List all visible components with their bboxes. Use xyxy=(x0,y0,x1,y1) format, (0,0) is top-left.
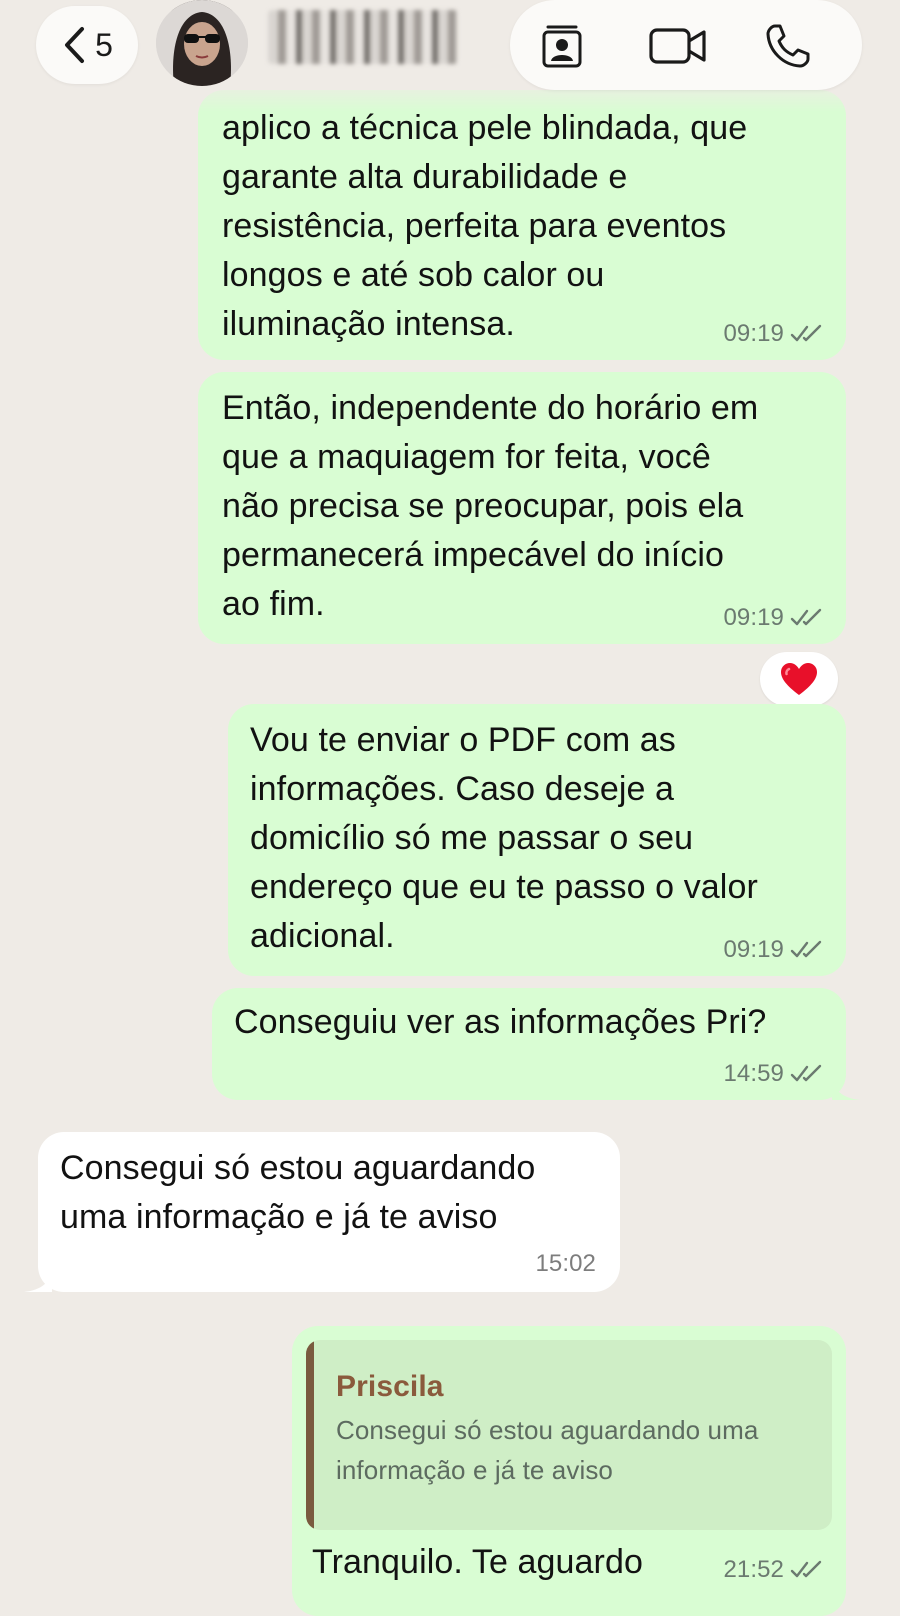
message-bubble-outgoing[interactable]: Vou te enviar o PDF com as informações. … xyxy=(228,704,846,976)
chat-header: 5 xyxy=(0,0,900,112)
avatar-image xyxy=(156,0,248,86)
quote-text: Consegui só estou aguardando uma informa… xyxy=(336,1415,759,1485)
message-time: 21:52 xyxy=(723,1556,784,1583)
back-button[interactable]: 5 xyxy=(36,6,138,84)
message-meta: 15:02 xyxy=(535,1250,596,1278)
message-time: 09:19 xyxy=(723,320,784,347)
video-camera-icon xyxy=(649,28,706,64)
contact-card-button[interactable] xyxy=(530,14,594,78)
heart-reaction-icon xyxy=(781,663,817,695)
header-actions xyxy=(510,0,862,90)
double-check-icon xyxy=(790,608,822,626)
contact-card-icon xyxy=(542,25,582,68)
message-bubble-incoming[interactable]: Consegui só estou aguardando uma informa… xyxy=(24,1132,620,1292)
reaction-badge[interactable] xyxy=(760,652,838,706)
message-time: 09:19 xyxy=(723,604,784,631)
quoted-message[interactable]: Priscila Consegui só estou aguardando um… xyxy=(306,1340,832,1530)
message-meta: 09:19 xyxy=(723,936,824,964)
double-check-icon xyxy=(790,940,822,958)
message-bubble-outgoing[interactable]: Conseguiu ver as informações Pri? 14:59 xyxy=(212,988,860,1100)
chat-area[interactable]: aplico a técnica pele blindada, que gara… xyxy=(0,0,900,1616)
video-call-button[interactable] xyxy=(646,14,710,78)
avatar[interactable] xyxy=(156,0,248,86)
message-meta: 21:52 xyxy=(723,1556,824,1584)
bubble-tail xyxy=(832,1078,860,1100)
quote-bar xyxy=(306,1340,314,1530)
message-text: Tranquilo. Te aguardo xyxy=(312,1543,643,1581)
contact-name[interactable] xyxy=(268,10,458,64)
double-check-icon xyxy=(790,324,822,342)
message-text: aplico a técnica pele blindada, que gara… xyxy=(222,109,748,343)
chevron-left-icon xyxy=(65,27,85,63)
message-time: 09:19 xyxy=(723,936,784,963)
quote-author: Priscila xyxy=(336,1370,444,1403)
message-text: Vou te enviar o PDF com as informações. … xyxy=(250,721,758,955)
message-bubble-outgoing[interactable]: Priscila Consegui só estou aguardando um… xyxy=(292,1326,846,1616)
message-bubble-outgoing[interactable]: Então, independente do horário em que a … xyxy=(198,372,846,644)
message-time: 15:02 xyxy=(535,1250,596,1277)
message-meta: 09:19 xyxy=(723,320,824,348)
phone-icon xyxy=(766,24,810,68)
voice-call-button[interactable] xyxy=(756,14,820,78)
message-text: Conseguiu ver as informações Pri? xyxy=(234,1003,767,1041)
double-check-icon xyxy=(790,1064,822,1082)
message-meta: 14:59 xyxy=(723,1060,824,1088)
double-check-icon xyxy=(790,1560,822,1578)
unread-count: 5 xyxy=(95,26,113,63)
message-text: Então, independente do horário em que a … xyxy=(222,389,759,623)
message-meta: 09:19 xyxy=(723,604,824,632)
message-text: Consegui só estou aguardando uma informa… xyxy=(60,1149,536,1236)
bubble-tail xyxy=(24,1270,52,1292)
message-bubble-outgoing[interactable]: aplico a técnica pele blindada, que gara… xyxy=(198,90,846,360)
message-time: 14:59 xyxy=(723,1060,784,1087)
